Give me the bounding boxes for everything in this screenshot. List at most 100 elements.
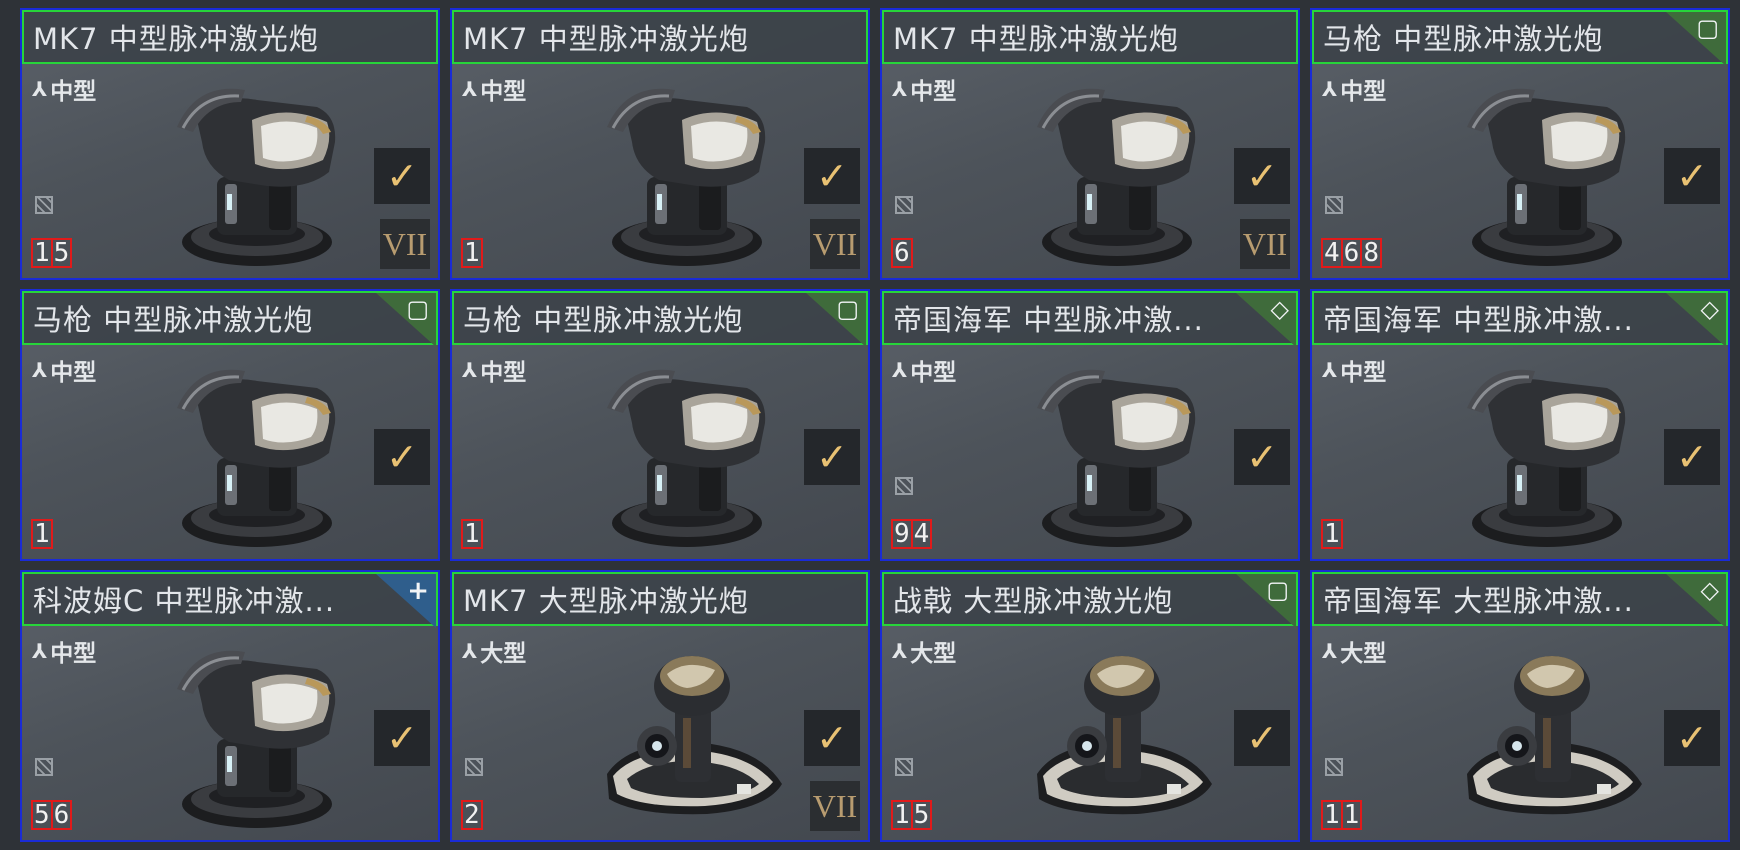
item-card[interactable]: MK7 中型脉冲激光炮 ⅄ 中型 ✓ 6 VII	[880, 8, 1300, 280]
size-class-label: 中型	[50, 79, 97, 105]
item-name: 马枪 中型脉冲激光炮	[1323, 22, 1604, 56]
diamond-glyph: ◇	[1700, 576, 1719, 604]
size-class-label: 大型	[480, 641, 527, 667]
turret-image	[1447, 634, 1647, 834]
size-class-label: 中型	[480, 360, 527, 386]
quantity: 15	[891, 800, 933, 830]
checkmark-icon[interactable]: ✓	[374, 148, 430, 204]
unfit-slash-icon	[1325, 758, 1343, 776]
square-glyph: ▢	[406, 295, 429, 323]
checkmark-icon[interactable]: ✓	[804, 429, 860, 485]
diamond-meta-icon: ◇	[1666, 293, 1726, 347]
fitting-size-icon: ⅄	[32, 639, 48, 663]
fitting-size-icon: ⅄	[1322, 639, 1338, 663]
item-card[interactable]: MK7 中型脉冲激光炮 ⅄ 中型 ✓ 15 VII	[20, 8, 440, 280]
turret-image	[1017, 72, 1217, 272]
unfit-slash-icon	[895, 758, 913, 776]
item-name: MK7 中型脉冲激光炮	[893, 22, 1179, 56]
fitting-size-icon: ⅄	[892, 77, 908, 101]
quantity-digit: 6	[1340, 238, 1363, 268]
unfit-slash-icon	[465, 758, 483, 776]
checkmark-icon[interactable]: ✓	[1234, 148, 1290, 204]
quantity-digit: 4	[1321, 238, 1343, 268]
quantity: 1	[1321, 519, 1343, 549]
item-card[interactable]: MK7 大型脉冲激光炮 ⅄ 大型 ✓ 2 VII	[450, 570, 870, 842]
item-card[interactable]: 帝国海军 中型脉冲激... ◇ ⅄ 中型 ✓ 1	[1310, 289, 1730, 561]
item-name: MK7 大型脉冲激光炮	[463, 584, 749, 618]
unfit-slash-icon	[895, 477, 913, 495]
size-class-label: 中型	[480, 79, 527, 105]
fitting-size-icon: ⅄	[1322, 358, 1338, 382]
item-title-bar: 帝国海军 中型脉冲激... ◇	[1312, 291, 1728, 347]
size-class-label: 中型	[910, 360, 957, 386]
size-class-label: 中型	[910, 79, 957, 105]
checkmark-icon[interactable]: ✓	[804, 148, 860, 204]
checkmark-icon[interactable]: ✓	[1234, 429, 1290, 485]
size-class: ⅄ 中型	[892, 72, 956, 106]
item-name: 帝国海军 中型脉冲激...	[893, 303, 1204, 337]
checkmark-icon[interactable]: ✓	[804, 710, 860, 766]
turret-image	[1447, 72, 1647, 272]
size-class: ⅄ 中型	[462, 353, 526, 387]
size-class: ⅄ 中型	[1322, 72, 1386, 106]
item-name: 马枪 中型脉冲激光炮	[463, 303, 744, 337]
item-card[interactable]: 帝国海军 中型脉冲激... ◇ ⅄ 中型 ✓ 94	[880, 289, 1300, 561]
size-class-label: 中型	[1340, 360, 1387, 386]
turret-image	[587, 72, 787, 272]
item-title-bar: 科波姆C 中型脉冲激... +	[22, 572, 438, 628]
unfit-slash-icon	[35, 196, 53, 214]
plus-meta-icon: +	[376, 574, 436, 628]
item-title-bar: MK7 中型脉冲激光炮	[22, 10, 438, 64]
checkmark-icon[interactable]: ✓	[1664, 429, 1720, 485]
square-meta-icon: ▢	[1236, 574, 1296, 628]
item-title-bar: 战戟 大型脉冲激光炮 ▢	[882, 572, 1298, 628]
checkmark-icon[interactable]: ✓	[1664, 710, 1720, 766]
item-name: 科波姆C 中型脉冲激...	[33, 584, 336, 618]
fitting-size-icon: ⅄	[1322, 77, 1338, 101]
item-card[interactable]: 战戟 大型脉冲激光炮 ▢ ⅄ 大型 ✓ 15	[880, 570, 1300, 842]
quantity: 11	[1321, 800, 1363, 830]
checkmark-icon[interactable]: ✓	[374, 429, 430, 485]
checkmark-icon[interactable]: ✓	[1234, 710, 1290, 766]
quantity: 1	[461, 238, 483, 268]
quantity: 15	[31, 238, 73, 268]
item-name: MK7 中型脉冲激光炮	[33, 22, 319, 56]
checkmark-icon[interactable]: ✓	[1664, 148, 1720, 204]
size-class: ⅄ 中型	[462, 72, 526, 106]
item-card[interactable]: 马枪 中型脉冲激光炮 ▢ ⅄ 中型 ✓ 1	[20, 289, 440, 561]
size-class-label: 中型	[50, 360, 97, 386]
item-title-bar: 马枪 中型脉冲激光炮 ▢	[1312, 10, 1728, 66]
diamond-glyph: ◇	[1270, 295, 1289, 323]
fitting-size-icon: ⅄	[462, 639, 478, 663]
item-title-bar: 帝国海军 中型脉冲激... ◇	[882, 291, 1298, 347]
square-glyph: ▢	[1266, 576, 1289, 604]
item-title-bar: MK7 中型脉冲激光炮	[452, 10, 868, 64]
fitting-size-icon: ⅄	[462, 358, 478, 382]
size-class: ⅄ 大型	[892, 634, 956, 668]
item-card[interactable]: MK7 中型脉冲激光炮 ⅄ 中型 ✓ 1 VII	[450, 8, 870, 280]
quantity-digit: 1	[1321, 800, 1343, 830]
fitting-size-icon: ⅄	[32, 358, 48, 382]
unfit-slash-icon	[895, 196, 913, 214]
item-title-bar: 帝国海军 大型脉冲激... ◇	[1312, 572, 1728, 628]
quantity: 2	[461, 800, 483, 830]
square-glyph: ▢	[1696, 14, 1719, 42]
quantity: 56	[31, 800, 73, 830]
size-class: ⅄ 中型	[32, 72, 96, 106]
quantity-digit: 6	[50, 800, 73, 830]
item-title-bar: MK7 大型脉冲激光炮	[452, 572, 868, 626]
item-card[interactable]: 帝国海军 大型脉冲激... ◇ ⅄ 大型 ✓ 11	[1310, 570, 1730, 842]
square-meta-icon: ▢	[1666, 12, 1726, 66]
checkmark-icon[interactable]: ✓	[374, 710, 430, 766]
item-name: 帝国海军 大型脉冲激...	[1323, 584, 1634, 618]
quantity-digit: 5	[31, 800, 53, 830]
diamond-meta-icon: ◇	[1236, 293, 1296, 347]
quantity-digit: 1	[31, 238, 53, 268]
size-class: ⅄ 中型	[32, 634, 96, 668]
item-card[interactable]: 科波姆C 中型脉冲激... + ⅄ 中型 ✓ 56	[20, 570, 440, 842]
item-card[interactable]: 马枪 中型脉冲激光炮 ▢ ⅄ 中型 ✓ 1	[450, 289, 870, 561]
fitting-size-icon: ⅄	[892, 639, 908, 663]
size-class: ⅄ 中型	[892, 353, 956, 387]
item-card[interactable]: 马枪 中型脉冲激光炮 ▢ ⅄ 中型 ✓ 468	[1310, 8, 1730, 280]
size-class-label: 中型	[50, 641, 97, 667]
